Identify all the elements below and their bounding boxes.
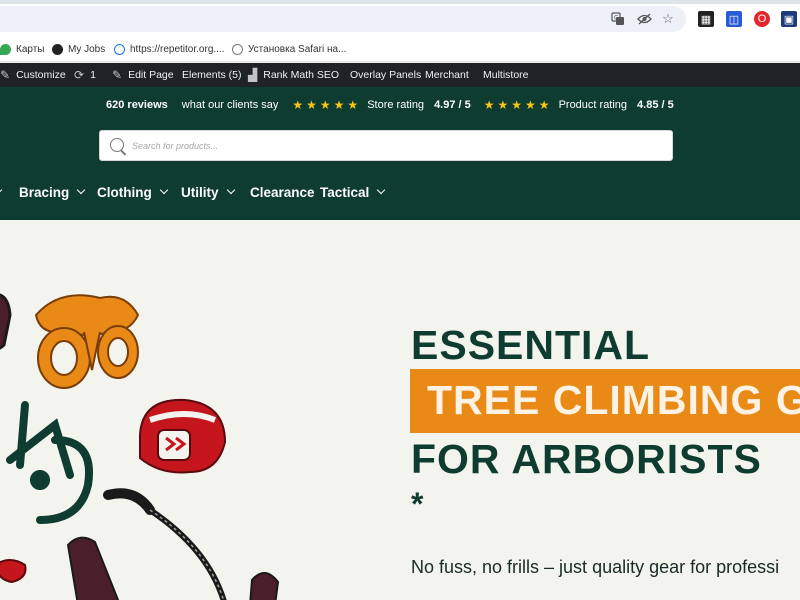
hero-section: ESSENTIAL TREE CLIMBING GE FOR ARBORISTS… — [0, 220, 800, 600]
hero-heading-line2: TREE CLIMBING GE — [427, 377, 800, 423]
product-search[interactable] — [99, 130, 673, 161]
bookmark-maps[interactable]: Карты — [0, 41, 45, 57]
nav-label: Utility — [181, 184, 219, 200]
bookmark-label: Карты — [16, 43, 45, 55]
hero-heading-line3: FOR ARBORISTS — [411, 436, 762, 482]
extension-icon[interactable]: O — [754, 11, 770, 27]
saw-icon — [103, 488, 227, 600]
merchant-link[interactable]: Merchant — [425, 63, 469, 87]
bookmark-label: My Jobs — [68, 43, 106, 55]
bookmark-my-jobs[interactable]: My Jobs — [52, 41, 105, 57]
nav-item-clothing[interactable]: Clothing — [97, 182, 168, 202]
nav-item-clearance[interactable]: Clearance — [250, 182, 315, 202]
updates-count: 1 — [90, 69, 96, 81]
rank-math-link[interactable]: ▟ Rank Math SEO — [248, 63, 339, 87]
ascender-icon — [66, 536, 120, 600]
overlay-panels-label: Overlay Panels — [350, 69, 422, 81]
device-icon — [249, 572, 280, 600]
bookmark-star-icon[interactable]: ☆ — [660, 11, 676, 27]
rank-math-label: Rank Math SEO — [263, 69, 340, 81]
nav-label: Tactical — [320, 184, 370, 200]
bookmark-repetitor[interactable]: https://repetitor.org.... — [114, 41, 225, 57]
globe-icon — [114, 43, 125, 55]
nav-item-utility[interactable]: Utility — [181, 182, 235, 202]
helmet-icon — [139, 398, 227, 474]
chevron-down-icon — [226, 185, 235, 195]
customize-link[interactable]: ✎ Customize — [0, 63, 66, 87]
store-rating-label: Store rating — [367, 99, 425, 111]
bookmark-label: https://repetitor.org.... — [130, 43, 225, 55]
address-bar[interactable] — [0, 6, 686, 32]
merchant-label: Merchant — [425, 69, 469, 81]
carabiner-icon — [0, 293, 12, 350]
multistore-label: Multistore — [483, 69, 529, 81]
gear-illustration — [0, 293, 280, 600]
nav-item-bracing[interactable]: Bracing — [19, 182, 86, 202]
hero-asterisk: * — [411, 486, 424, 522]
browser-toolbar: G ☆ ▦ ◫ O ▣ — [0, 0, 800, 36]
product-rating-label: Product rating — [558, 99, 628, 111]
globe-icon — [232, 43, 243, 55]
bookmark-label: Установка Safari на... — [248, 43, 347, 55]
store-rating-value: 4.97 / 5 — [434, 99, 471, 111]
site-header: 620 reviews what our clients say ★★★★★ S… — [0, 87, 800, 220]
harness-icon — [34, 294, 140, 389]
product-rating-value: 4.85 / 5 — [637, 99, 674, 111]
chevron-down-icon — [377, 185, 386, 195]
extension-icon[interactable]: ◫ — [726, 11, 742, 27]
rank-math-icon: ▟ — [248, 68, 258, 82]
brush-icon: ✎ — [0, 68, 11, 82]
bookmarks-bar: Карты My Jobs https://repetitor.org.... … — [0, 36, 800, 62]
elements-link[interactable]: Elements (5) — [182, 63, 242, 87]
hero-subtitle: No fuss, no frills – just quality gear f… — [411, 557, 780, 577]
svg-text:G: G — [614, 15, 619, 22]
chevron-down-icon — [159, 185, 168, 195]
refresh-icon: ⟳ — [74, 68, 85, 82]
search-icon[interactable] — [110, 138, 124, 152]
clients-say-text: what our clients say — [181, 99, 279, 111]
nav-item-tactical[interactable]: Tactical — [320, 182, 386, 202]
nav-item-prev-chevron[interactable] — [0, 182, 3, 202]
overlay-panels-link[interactable]: Overlay Panels — [350, 63, 421, 87]
nav-label: Clothing — [97, 184, 152, 200]
eye-off-icon[interactable] — [636, 11, 652, 27]
maps-icon — [0, 43, 11, 55]
nav-label: Bracing — [19, 184, 70, 200]
edit-page-label: Edit Page — [128, 69, 174, 81]
hero-heading-line1: ESSENTIAL — [411, 322, 651, 368]
product-rating-stars: ★★★★★ — [483, 98, 553, 112]
updates-link[interactable]: ⟳ 1 — [74, 63, 96, 87]
bookmark-safari[interactable]: Установка Safari на... — [232, 41, 346, 57]
trust-bar: 620 reviews what our clients say ★★★★★ S… — [106, 97, 674, 113]
extension-icon[interactable]: ▦ — [698, 11, 714, 27]
store-rating-stars: ★★★★★ — [292, 98, 362, 112]
wp-admin-bar: ✎ Customize ⟳ 1 ✎ Edit Page Elements (5)… — [0, 63, 800, 87]
translate-icon[interactable]: G — [610, 11, 626, 27]
chevron-down-icon — [77, 185, 86, 195]
edit-page-link[interactable]: ✎ Edit Page — [112, 63, 174, 87]
chevron-down-icon — [0, 185, 3, 195]
pulley-icon — [0, 559, 27, 584]
tab-strip — [0, 0, 800, 4]
customize-label: Customize — [16, 69, 66, 81]
lanyard-icon — [6, 401, 93, 524]
elements-label: Elements (5) — [182, 69, 242, 81]
reviews-count[interactable]: 620 reviews — [106, 99, 168, 111]
search-input[interactable] — [132, 135, 652, 157]
multistore-link[interactable]: Multistore — [483, 63, 529, 87]
pencil-icon: ✎ — [112, 68, 123, 82]
extension-icon[interactable]: ▣ — [781, 11, 797, 27]
upwork-icon — [52, 43, 63, 55]
nav-label: Clearance — [250, 184, 315, 200]
